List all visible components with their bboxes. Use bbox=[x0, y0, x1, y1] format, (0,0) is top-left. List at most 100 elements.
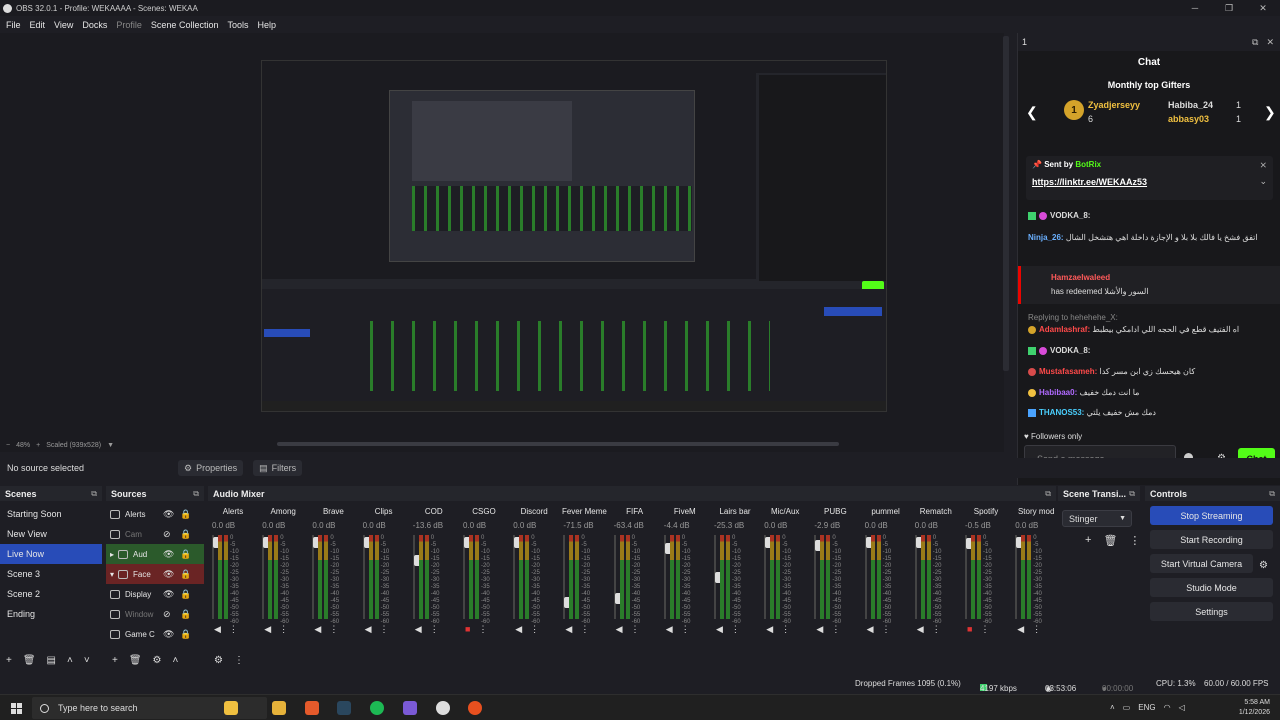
scene-item-live-now[interactable]: Live Now bbox=[0, 544, 102, 564]
menu-docks[interactable]: Docks bbox=[82, 20, 107, 30]
volume-fader[interactable] bbox=[1015, 535, 1025, 619]
trash-icon[interactable]: 🗑 bbox=[1103, 534, 1117, 547]
eye-icon[interactable]: 👁 bbox=[163, 569, 174, 580]
float-icon[interactable]: ⧉ bbox=[1269, 489, 1275, 499]
volume-icon[interactable]: ◀ bbox=[1017, 624, 1024, 635]
volume-fader[interactable] bbox=[814, 535, 824, 619]
properties-button[interactable]: ⚙ Properties bbox=[178, 460, 244, 476]
source-item-game-capture[interactable]: Game C 👁 🔒 bbox=[106, 624, 204, 644]
close-icon[interactable]: ✕ bbox=[1246, 0, 1280, 16]
filter-icon[interactable]: ▤ bbox=[47, 655, 56, 666]
more-icon[interactable]: ⋮ bbox=[781, 624, 790, 635]
menu-scene-collection[interactable]: Scene Collection bbox=[151, 20, 219, 30]
start-virtual-camera-button[interactable]: Start Virtual Camera bbox=[1150, 554, 1253, 573]
menu-edit[interactable]: Edit bbox=[30, 20, 46, 30]
start-recording-button[interactable]: Start Recording bbox=[1150, 530, 1273, 549]
mixer-settings-icon[interactable]: ⚙ bbox=[214, 655, 223, 666]
menu-file[interactable]: File bbox=[6, 20, 21, 30]
volume-fader[interactable] bbox=[312, 535, 322, 619]
gifter-name[interactable]: abbasy03 bbox=[1168, 114, 1209, 124]
source-item-window[interactable]: Window ⊘ 🔒 bbox=[106, 604, 204, 624]
volume-fader[interactable] bbox=[965, 535, 974, 619]
scene-item-scene-2[interactable]: Scene 2 bbox=[0, 584, 102, 604]
volume-fader[interactable] bbox=[714, 535, 723, 619]
gear-icon[interactable]: ⚙ bbox=[153, 655, 162, 666]
more-icon[interactable]: ⋮ bbox=[1129, 534, 1140, 547]
scene-item-new-view[interactable]: New View bbox=[0, 524, 102, 544]
steam-icon[interactable] bbox=[337, 701, 351, 715]
menu-profile[interactable]: Profile bbox=[116, 20, 142, 30]
scene-item-scene-3[interactable]: Scene 3 bbox=[0, 564, 102, 584]
more-icon[interactable]: ⋮ bbox=[580, 624, 589, 635]
float-icon[interactable]: ⧉ bbox=[91, 489, 97, 499]
volume-icon[interactable]: ◀ bbox=[616, 624, 623, 635]
chevron-left-icon[interactable]: ❮ bbox=[1026, 104, 1038, 121]
volume-fader[interactable] bbox=[663, 535, 673, 619]
studio-mode-button[interactable]: Studio Mode bbox=[1150, 578, 1273, 597]
more-icon[interactable]: ⋮ bbox=[882, 624, 891, 635]
brave-icon[interactable] bbox=[305, 701, 319, 715]
more-icon[interactable]: ⋮ bbox=[279, 624, 288, 635]
chevron-up-icon[interactable]: ˄ bbox=[173, 655, 179, 666]
windows-start-icon[interactable] bbox=[11, 703, 22, 714]
source-item-aud[interactable]: ▸ Aud 👁 🔒 bbox=[106, 544, 204, 564]
chevron-down-icon[interactable]: ⌄ bbox=[1259, 176, 1267, 187]
volume-icon[interactable]: ◀ bbox=[314, 624, 321, 635]
lock-icon[interactable]: 🔒 bbox=[180, 609, 191, 620]
volume-icon[interactable]: ◀ bbox=[214, 624, 221, 635]
volume-fader[interactable] bbox=[914, 535, 924, 619]
volume-icon[interactable]: ◀ bbox=[365, 624, 372, 635]
lock-icon[interactable]: 🔒 bbox=[180, 509, 191, 520]
menu-view[interactable]: View bbox=[54, 20, 73, 30]
volume-fader[interactable] bbox=[563, 535, 573, 619]
preview-area[interactable] bbox=[0, 33, 1004, 438]
scene-item-ending[interactable]: Ending bbox=[0, 604, 102, 624]
more-icon[interactable]: ⋮ bbox=[1032, 624, 1041, 635]
lock-icon[interactable]: 🔒 bbox=[180, 629, 191, 640]
menu-help[interactable]: Help bbox=[257, 20, 276, 30]
wifi-icon[interactable]: ◠ bbox=[1164, 703, 1171, 712]
volume-fader[interactable] bbox=[513, 535, 523, 619]
float-icon[interactable]: ⧉ bbox=[1252, 37, 1258, 48]
eye-icon[interactable]: 👁 bbox=[163, 589, 174, 600]
chevron-right-icon[interactable]: ▸ bbox=[110, 550, 114, 559]
gifter-name[interactable]: Habiba_24 bbox=[1168, 100, 1213, 110]
trash-icon[interactable]: 🗑 bbox=[23, 655, 36, 666]
volume-icon[interactable]: ◀ bbox=[716, 624, 723, 635]
volume-icon[interactable]: ◀ bbox=[917, 624, 924, 635]
float-icon[interactable]: ⧉ bbox=[193, 489, 199, 499]
float-icon[interactable]: ⧉ bbox=[1129, 489, 1135, 499]
source-item-display[interactable]: Display 👁 🔒 bbox=[106, 584, 204, 604]
volume-icon[interactable]: ◀ bbox=[867, 624, 874, 635]
transition-select[interactable]: Stinger ▼ bbox=[1062, 510, 1132, 527]
volume-fader[interactable] bbox=[412, 535, 422, 619]
source-item-face[interactable]: ▾ Face 👁 🔒 bbox=[106, 564, 204, 584]
more-icon[interactable]: ⋮ bbox=[831, 624, 840, 635]
zoom-in-icon[interactable]: + bbox=[36, 442, 40, 449]
add-icon[interactable]: + bbox=[112, 655, 118, 666]
more-icon[interactable]: ⋮ bbox=[329, 624, 338, 635]
maximize-icon[interactable]: ❐ bbox=[1212, 0, 1246, 16]
add-icon[interactable]: + bbox=[6, 655, 12, 666]
add-icon[interactable]: + bbox=[1085, 534, 1091, 547]
clock[interactable]: 5:58 AM 1/12/2026 bbox=[1239, 698, 1270, 718]
app-icon[interactable] bbox=[468, 701, 482, 715]
eye-icon[interactable]: 👁 bbox=[163, 509, 174, 520]
muted-icon[interactable]: ■ bbox=[465, 624, 470, 635]
chevron-up-icon[interactable]: ˄ bbox=[1110, 703, 1115, 712]
preview-hscroll[interactable] bbox=[277, 442, 839, 446]
eye-hidden-icon[interactable]: ⊘ bbox=[163, 609, 171, 620]
minimize-icon[interactable]: ─ bbox=[1178, 0, 1212, 16]
stop-streaming-button[interactable]: Stop Streaming bbox=[1150, 506, 1273, 525]
more-icon[interactable]: ⋮ bbox=[430, 624, 439, 635]
preview-scrollbar[interactable] bbox=[1003, 36, 1009, 371]
more-icon[interactable]: ⋮ bbox=[229, 624, 238, 635]
volume-icon[interactable]: ◀ bbox=[816, 624, 823, 635]
unpin-icon[interactable]: ⨯ bbox=[1259, 160, 1267, 171]
volume-icon[interactable]: ◀ bbox=[515, 624, 522, 635]
settings-button[interactable]: Settings bbox=[1150, 602, 1273, 621]
eye-icon[interactable]: 👁 bbox=[163, 629, 174, 640]
preview-canvas[interactable] bbox=[261, 60, 887, 412]
chevron-right-icon[interactable]: ❯ bbox=[1264, 104, 1276, 121]
close-dock-icon[interactable]: ✕ bbox=[1266, 37, 1274, 48]
